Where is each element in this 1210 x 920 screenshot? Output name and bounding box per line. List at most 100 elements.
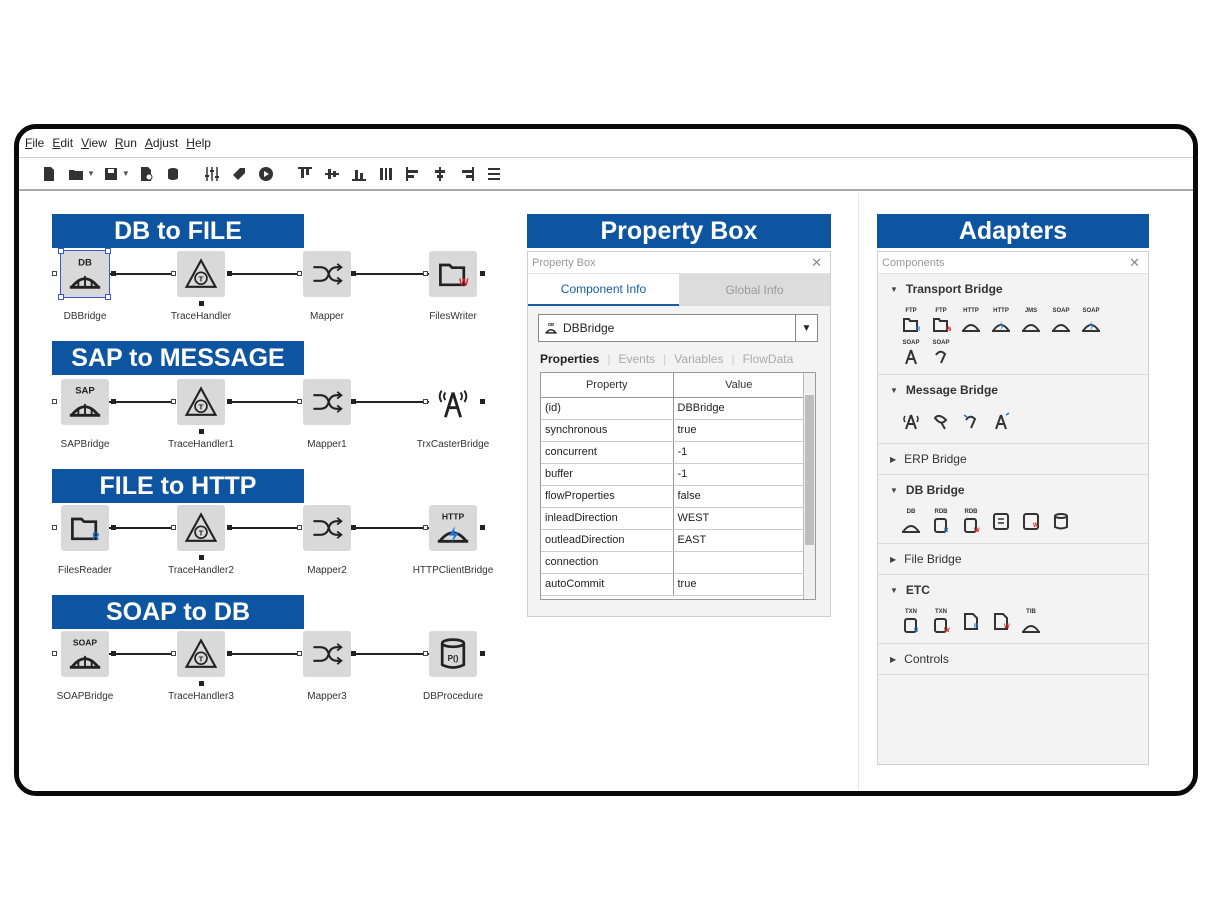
property-value[interactable]: true (673, 573, 805, 596)
table-row[interactable]: autoCommit true (541, 573, 805, 596)
align-right-icon[interactable] (457, 164, 477, 184)
adapter-db-query-icon[interactable] (988, 507, 1014, 535)
subtab-properties[interactable]: Properties (540, 352, 599, 366)
adapter-db-procedure-icon[interactable] (1048, 507, 1074, 535)
property-value[interactable]: true (673, 419, 805, 442)
subtab-flowdata[interactable]: FlowData (743, 352, 794, 366)
property-value[interactable]: EAST (673, 529, 805, 552)
adapter-broadcast-icon[interactable] (898, 407, 924, 435)
distribute-horizontal-icon[interactable] (376, 164, 396, 184)
adapter-rdb-reader-icon[interactable]: RDB R (928, 507, 954, 535)
adapter-ftp-reader-icon[interactable]: FTP R (898, 306, 924, 334)
node-trxcasterbridge[interactable] (429, 379, 477, 425)
adapter-txn-writer-icon[interactable]: TXN W (928, 607, 954, 635)
align-bottom-icon[interactable] (349, 164, 369, 184)
table-row[interactable]: synchronous true (541, 419, 805, 442)
align-middle-icon[interactable] (322, 164, 342, 184)
menu-adjust[interactable]: Adjust (145, 136, 178, 150)
open-folder-icon[interactable] (66, 164, 86, 184)
node-httpclientbridge[interactable]: HTTP (429, 505, 477, 551)
category-header-etc[interactable]: ▼ ETC (890, 575, 1136, 605)
property-value[interactable]: DBBridge (673, 397, 805, 420)
close-icon[interactable]: ✕ (811, 255, 822, 271)
node-sapbridge[interactable]: SAP (61, 379, 109, 425)
tag-icon[interactable] (229, 164, 249, 184)
align-top-icon[interactable] (295, 164, 315, 184)
node-mapper3[interactable] (303, 631, 351, 677)
node-mapper[interactable] (303, 251, 351, 297)
category-header-controls[interactable]: ▶ Controls (890, 644, 1136, 674)
align-center-icon[interactable] (430, 164, 450, 184)
adapter-soap-client-icon[interactable]: SOAP (1078, 306, 1104, 334)
adapter-ftp-writer-icon[interactable]: FTPW (928, 306, 954, 334)
table-row[interactable]: connection (541, 551, 805, 574)
adapter-http-bridge-icon[interactable]: HTTP (958, 306, 984, 334)
table-row[interactable]: buffer -1 (541, 463, 805, 486)
property-value[interactable]: -1 (673, 463, 805, 486)
node-dbbridge[interactable]: DB (60, 250, 110, 298)
table-row[interactable]: outleadDirection EAST (541, 529, 805, 552)
adapter-rdb-writer-icon[interactable]: RDB W (958, 507, 984, 535)
flow-canvas[interactable]: DB to FILE SAP to MESSAGE FILE to HTTP S… (19, 193, 1193, 791)
adapter-file-reader-icon[interactable]: R (958, 607, 984, 635)
sliders-icon[interactable] (202, 164, 222, 184)
property-value[interactable]: false (673, 485, 805, 508)
category-header-transport-bridge[interactable]: ▼ Transport Bridge (890, 274, 1136, 304)
node-tracehandler[interactable]: T (177, 251, 225, 297)
category-header-erp-bridge[interactable]: ▶ ERP Bridge (890, 444, 1136, 474)
align-left-icon[interactable] (403, 164, 423, 184)
adapter-db-bridge-icon[interactable]: DB (898, 507, 924, 535)
adapter-soap-receiver-icon[interactable]: SOAP (928, 338, 954, 366)
property-table-scrollbar[interactable] (803, 373, 815, 599)
database-icon[interactable] (163, 164, 183, 184)
save-dropdown-icon[interactable]: ▼ (122, 169, 130, 178)
subtab-events[interactable]: Events (618, 352, 655, 366)
menu-file[interactable]: File (25, 136, 44, 150)
menu-run[interactable]: Run (115, 136, 137, 150)
table-row[interactable]: (id) DBBridge (541, 397, 805, 420)
node-mapper1[interactable] (303, 379, 351, 425)
node-soapbridge[interactable]: SOAP (61, 631, 109, 677)
node-mapper2[interactable] (303, 505, 351, 551)
property-value[interactable]: WEST (673, 507, 805, 530)
adapter-dish-icon[interactable] (928, 407, 954, 435)
node-fileswriter[interactable]: W (429, 251, 477, 297)
export-icon[interactable] (136, 164, 156, 184)
property-value[interactable] (673, 551, 805, 574)
category-header-db-bridge[interactable]: ▼ DB Bridge (890, 475, 1136, 505)
run-icon[interactable] (256, 164, 276, 184)
adapter-txn-reader-icon[interactable]: TXN R (898, 607, 924, 635)
menu-edit[interactable]: Edit (52, 136, 73, 150)
save-icon[interactable] (101, 164, 121, 184)
table-row[interactable]: concurrent -1 (541, 441, 805, 464)
menu-help[interactable]: Help (186, 136, 211, 150)
node-tracehandler2[interactable]: T (177, 505, 225, 551)
category-header-file-bridge[interactable]: ▶ File Bridge (890, 544, 1136, 574)
table-row[interactable]: flowProperties false (541, 485, 805, 508)
node-dbprocedure[interactable]: P() (429, 631, 477, 677)
tab-component-info[interactable]: Component Info (528, 274, 679, 306)
node-tracehandler1[interactable]: T (177, 379, 225, 425)
adapter-jms-bridge-icon[interactable]: JMS (1018, 306, 1044, 334)
category-header-message-bridge[interactable]: ▼ Message Bridge (890, 375, 1136, 405)
component-select[interactable]: DB DBBridge ▼ (538, 314, 818, 342)
adapter-tib-bridge-icon[interactable]: TIB (1018, 607, 1044, 635)
adapter-file-writer-icon[interactable]: W (988, 607, 1014, 635)
adapter-dish-receiver-icon[interactable] (958, 407, 984, 435)
property-value[interactable]: -1 (673, 441, 805, 464)
distribute-vertical-icon[interactable] (484, 164, 504, 184)
adapter-soap-bridge-icon[interactable]: SOAP (1048, 306, 1074, 334)
open-dropdown-icon[interactable]: ▼ (87, 169, 95, 178)
adapter-http-client-icon[interactable]: HTTP (988, 306, 1014, 334)
close-icon[interactable]: ✕ (1129, 255, 1140, 271)
menu-view[interactable]: View (81, 136, 107, 150)
adapter-soap-antenna-icon[interactable]: SOAP (898, 338, 924, 366)
chevron-down-icon[interactable]: ▼ (795, 315, 817, 341)
node-tracehandler3[interactable]: T (177, 631, 225, 677)
adapter-db-writer-icon[interactable]: W (1018, 507, 1044, 535)
new-file-icon[interactable] (39, 164, 59, 184)
node-filesreader[interactable]: R (61, 505, 109, 551)
table-row[interactable]: inleadDirection WEST (541, 507, 805, 530)
subtab-variables[interactable]: Variables (674, 352, 723, 366)
tab-global-info[interactable]: Global Info (679, 274, 830, 306)
